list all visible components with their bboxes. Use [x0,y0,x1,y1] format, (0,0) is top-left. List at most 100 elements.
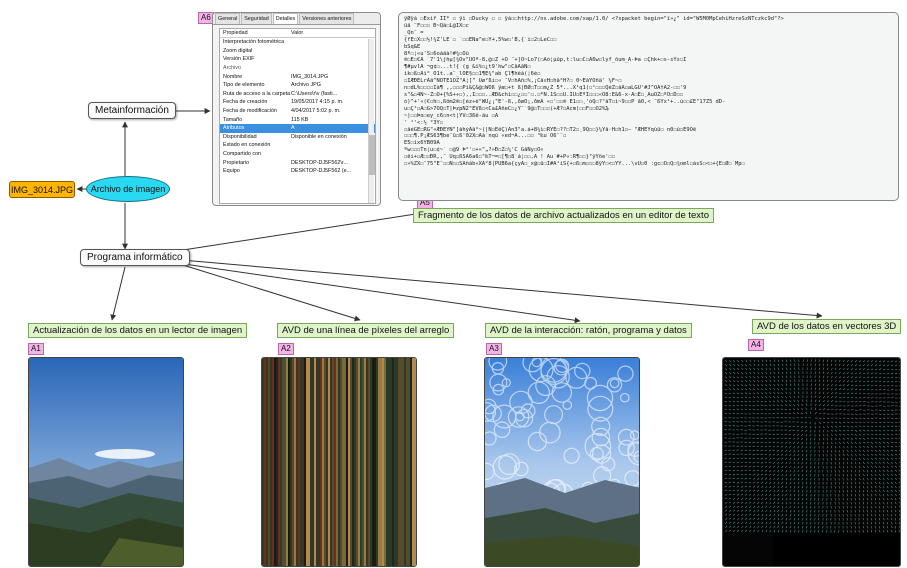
file-node: IMG_3014.JPG [9,181,75,198]
property-row[interactable]: Ruta de acceso a la carpeta C:\Users\r\v … [220,90,375,99]
property-row[interactable]: Equipo DESKTOP-DJ5F562 (e... [220,167,375,176]
scrollbar-thumb[interactable] [369,135,375,175]
property-row[interactable]: Fecha de modificación 4/04/2017 5:02 p. m… [220,107,375,116]
column-value[interactable]: Valor [291,30,303,36]
property-value: 19/05/2017 4:15 p. m. [291,99,344,106]
program-node: Programa informático [80,249,190,266]
property-value: A [291,125,295,132]
pixel-line-panel [261,357,417,567]
text-editor-fragment: ÿØÿá ☐Exif II* ☐ ÿì ☐Ducky ☐ ☐ ÿá☐☐http:… [398,12,899,201]
property-row[interactable]: Compartido con [220,150,375,159]
interaction-panel [484,357,640,567]
property-row[interactable]: Nombre IMG_3014.JPG [220,72,375,81]
tab-previous-versions[interactable]: Versiones anteriores [299,13,355,24]
editor-line: ☐IÆÐÈLrAä^ÑOTE1ÔZ"Ä¦[" Ùø²ßi☐« ¯V☐hÄñ☐%,… [404,78,622,85]
editor-line: n☐dL%☐☐☐☐Ìã¶ ,,☐☐☐Pì&Ç&@☐WÖß ÿæ☐+t ß|ÐØ☐… [404,85,687,92]
dialog-scrollbar[interactable] [368,39,375,203]
property-row[interactable]: Fecha de creación 19/05/2017 4:15 p. m. [220,98,375,107]
editor-line: ☐ëi+☐Æ☐☐ÐR,,¨ Uq☐ßSÀ6a6☐"‰T¬=☐[¶☐8`á¦☐☐,… [404,154,615,161]
property-row[interactable]: Disponibilidad Disponible en conexión [220,133,375,142]
editor-line: {fÉ☐X☐☐½!¾Z'LE´☐ ´☐☐ËÑa^e☐Ÿ+,5%w☐'B,{`i☐… [404,36,557,43]
editor-line: ó)^+'«(€☐h☐,ßôm2®☐[éz÷ê"WU¿¡"É'-ß,,ðøÔ¡,… [404,98,726,105]
property-name: Versión EXIF [223,56,255,63]
property-row[interactable]: Tipo de elemento Archivo JPG [220,81,375,90]
editor-line: ìk☐ß☐Àì° Õ1t..a¨_lÒÉ§☐☐1¶È¾"ab Çl¶hêà(¦6… [404,71,541,78]
link-program-a4 [169,258,823,319]
property-value: 115 KB [291,116,309,123]
caption-a3: AVD de la interacción: ratón, programa y… [485,323,692,338]
dialog-tabs: General Seguridad Detalles Versiones ant… [213,13,380,25]
properties-dialog: General Seguridad Detalles Versiones ant… [212,12,381,206]
caption-a4: AVD de los datos en vectores 3D [752,319,902,334]
property-row[interactable]: Interpretación fotométrica [220,38,375,47]
editor-line: È5☐ìx6YB09Â [404,140,440,147]
image-viewer-panel [28,357,184,567]
property-value: C:\Users\r\v (fasti... [291,90,338,97]
link-program-a1 [110,266,126,321]
vector-3d-visualization [723,358,900,566]
property-name: Interpretación fotométrica [223,39,285,46]
property-row[interactable]: Zoom digital [220,47,375,56]
property-name: Nombre [223,73,243,80]
bubbles-photo [485,358,639,566]
link-program-a2 [169,260,361,322]
mountain-photo [29,358,183,566]
property-name: Tipo de elemento [223,82,265,89]
group-file: Archivo [223,65,241,72]
tag-a1: A1 [28,343,44,355]
property-name: Compartido con [223,151,262,158]
tab-security[interactable]: Seguridad [241,13,272,24]
editor-line: _Qn¨ = [404,29,424,36]
property-value: IMG_3014.JPG [291,73,329,80]
property-row[interactable]: Versión EXIF [220,55,375,64]
editor-line: bSq&E [404,43,421,50]
property-value: Disponible en conexión [291,133,347,140]
property-value: 4/04/2017 5:02 p. m. [291,108,341,115]
property-row[interactable]: Tamaño 115 KB [220,115,375,124]
link-program-a3 [169,261,581,324]
property-name: Equipo [223,168,240,175]
editor-line: ' ¹'<:½ °3Y☐ [404,119,443,126]
editor-line: 8º☐¦«u'Š☐6oàäà!#¾☐Ôù [404,50,469,57]
tab-details[interactable]: Detalles [272,13,299,24]
property-name: Propietario [223,159,250,166]
editor-line: üä ¨F☐☐☐ Ð~Qã☐L@IX☐c [404,22,469,29]
image-file-node: Archivo de imagen [86,176,170,202]
editor-line: ☐☐☐¶.P¡ÆS63¶be¯û☐ß'02X☐Åà`nqú «ed¬Å...☐☐… [404,133,567,140]
editor-line: s"&☐4Ñ~-Ž☐Ö+{%Š+÷☐),,I☐☐☐..ÆÐ&chì☐☐¿☐☐'☐… [404,91,684,98]
property-name: Estado en conexión [223,142,271,149]
metainformation-node: Metainformación [88,102,176,119]
caption-a5: Fragmento de los datos de archivo actual… [413,208,714,223]
property-value: Archivo JPG [291,82,321,89]
property-name: Fecha de modificación [223,108,277,115]
property-value: DESKTOP-DJ5F562 (e... [291,168,352,175]
property-name: Fecha de creación [223,99,268,106]
caption-a1: Actualización de los datos en un lector … [28,323,248,338]
property-name: Atributos [223,125,245,132]
details-list[interactable]: Propiedad Valor Interpretación fotométri… [219,28,376,204]
property-row[interactable]: Propietario DESKTOP-DJ5F562\r... [220,158,375,167]
property-name: Disponibilidad [223,133,257,140]
editor-line: ÿØÿá ☐Exif II* ☐ ÿì ☐Ducky ☐ ☐ ÿá☐☐http:… [404,16,784,22]
caption-a2: AVD de una línea de píxeles del arreglo [277,323,455,338]
property-row[interactable]: Atributos A [220,123,375,133]
tag-a2: A2 [278,343,294,355]
editor-line: ¶#µvlÄ ¬g¢☐...t!{ (g &ì%☐¿t9'hw"☐CåÃåN☐ [404,64,531,71]
tab-general[interactable]: General [215,13,241,24]
vector-3d-panel [722,357,901,567]
tag-a3: A3 [486,343,502,355]
property-row[interactable]: Estado en conexión [220,141,375,150]
property-name: Tamaño [223,116,243,123]
column-property[interactable]: Propiedad [223,30,291,36]
property-name: Zoom digital [223,47,253,54]
editor-line: ☐»%ŽX☐¨75"E¯☐☐Ñ☐☐SÄñàb«XÀ²8|PÜB6a{çyÀ☐_x… [404,161,745,168]
editor-line: ®☐Ë☐€Â `7'1\jhµ[¾Õv"ÙÔª-8,@☐Ž +Ö ¨+]Ö~Lo… [404,57,687,64]
pixel-line-stripes [262,358,416,566]
editor-line: ~|☐☐Þo☐ey_c6☐n<t|ÝV☐3ßë-ãu ☐Ã [404,112,499,119]
property-value: DESKTOP-DJ5F562\r... [291,159,348,166]
editor-line: ºw☐☐☐Tn¦u☐¢~` ☐@9 Þ°'☐+«"„?»Ð☐Ž☐¼'C GâÑy… [404,147,544,154]
details-header: Propiedad Valor [220,29,375,38]
editor-line: ☐ãéGE☐RG"«ÆÐÊÝN"[áhýÀã°~(|Ñ☐ÊêÇ)Àn3"a.á+… [404,126,697,133]
link-program-editor [169,208,436,253]
editor-line: u☐Ç¹☐Ã☐G>7ÔQ☐T|ÞzpN2"ÉVß☐<Ca£ÅñeC☐¿Y¯`9@… [404,105,609,112]
